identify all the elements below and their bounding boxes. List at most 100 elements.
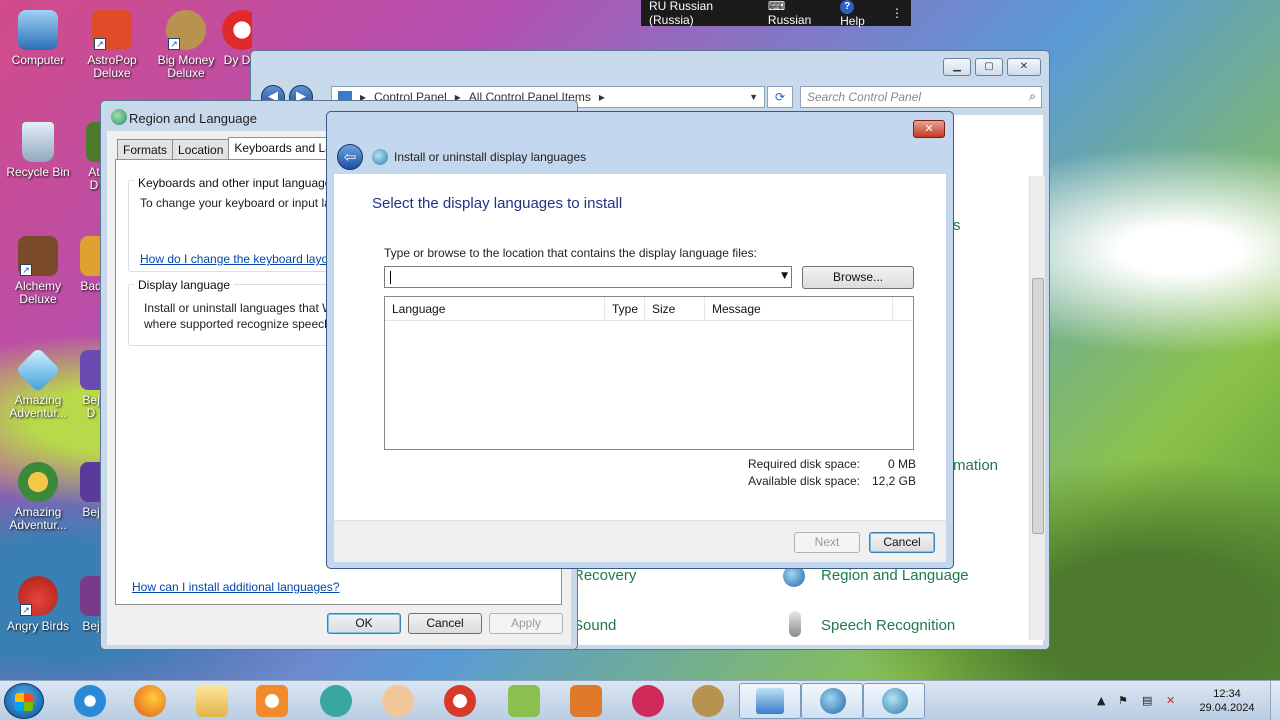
apply-button[interactable]: Apply [489,613,563,634]
desktop-icon-computer[interactable]: Computer [0,10,76,67]
desktop-icon-angry-birds[interactable]: ↗ Angry Birds [0,576,76,633]
search-icon[interactable]: ⌕ [1029,89,1036,104]
column-size[interactable]: Size [645,297,705,321]
show-desktop-button[interactable] [1270,681,1280,720]
desktop-icon-bad[interactable]: Bad [80,236,102,293]
minimize-button[interactable]: ▁ [943,58,971,76]
desktop-icon-label: Angry Birds [6,619,70,633]
game-icon [80,350,102,390]
desktop-icon-alchemy[interactable]: ↗ Alchemy Deluxe [0,236,76,306]
compass-icon [18,462,58,502]
taskbar-control-panel[interactable] [739,683,801,719]
vertical-scrollbar[interactable] [1029,176,1045,640]
zuma-icon[interactable] [320,685,352,717]
clock[interactable]: 12:34 29.04.2024 [1192,687,1262,715]
maximize-button[interactable]: ▢ [975,58,1003,76]
desktop-icon-bej-2[interactable]: Bej [80,462,102,519]
desktop-icon-bej-1[interactable]: Bej D [80,350,102,420]
scrollbar-thumb[interactable] [1032,278,1044,534]
desktop-icon-bej-3[interactable]: Bej [80,576,102,633]
input-locale[interactable]: RU Russian (Russia) [649,0,758,27]
desktop-icon-label: Amazing Adventur... [9,393,67,420]
close-button[interactable]: ✕ [913,120,945,138]
desktop-icon-label: Bej D [82,393,100,420]
game-icon [222,10,252,50]
clock-date: 29.04.2024 [1199,702,1255,714]
browse-button[interactable]: Browse... [802,266,914,289]
back-button[interactable]: ⇦ [337,144,363,170]
money-bag-icon: ↗ [166,10,206,50]
tab-keyboards-languages[interactable]: Keyboards and Languages [228,137,339,160]
taskbar-region-language[interactable] [801,683,863,719]
plants-icon[interactable] [508,685,540,717]
desktop-icon-label: At D [88,165,100,192]
required-space-label: Required disk space: [747,457,860,471]
game-icon [80,576,102,616]
network-icon[interactable]: ▤ [1142,694,1152,707]
desktop-icon-dy[interactable]: Dy D [222,10,252,67]
language-globe-icon [372,149,388,165]
language-globe-icon [882,688,908,714]
recycle-bin-icon [22,122,54,162]
tiki-icon[interactable] [570,685,602,717]
action-center-flag-icon[interactable]: ⚑ [1118,694,1128,707]
desktop-icon-recycle-bin[interactable]: Recycle Bin [0,122,76,179]
question-game-icon[interactable] [632,685,664,717]
path-combobox[interactable]: ▼ [384,266,792,288]
ok-button[interactable]: OK [327,613,401,634]
column-message[interactable]: Message [705,297,893,321]
chevron-down-icon[interactable]: ▼ [781,271,788,281]
cp-item-sound[interactable]: Sound [573,617,616,634]
desktop-icon-amazing-1[interactable]: Amazing Adventur... [0,347,76,420]
path-label: Type or browse to the location that cont… [384,246,757,260]
keyboard-layout[interactable]: ⌨ Russian [768,0,830,27]
language-bar[interactable]: RU Russian (Russia) ⌨ Russian ? Help ⋮ [641,0,911,28]
desktop-icon-astropop[interactable]: ↗ AstroPop Deluxe [74,10,150,80]
tab-location[interactable]: Location [172,139,230,160]
column-type[interactable]: Type [605,297,645,321]
show-hidden-icons-icon[interactable]: ▲ [1097,694,1105,707]
game-icon [80,236,102,276]
cp-item-region-language[interactable]: Region and Language [821,567,969,584]
desktop-icon-big-money[interactable]: ↗ Big Money Deluxe [148,10,224,80]
help-button[interactable]: ? Help [840,0,881,28]
next-button[interactable]: Next [794,532,860,553]
start-button[interactable] [4,683,44,719]
region-globe-icon [111,109,127,125]
close-button[interactable]: ✕ [1007,58,1041,76]
cancel-button[interactable]: Cancel [408,613,482,634]
desktop-icon-amazing-2[interactable]: Amazing Adventur... [0,462,76,532]
help-label: Help [840,14,865,28]
tab-strip: Formats Location Keyboards and Languages [117,137,339,160]
peggle-icon[interactable] [444,685,476,717]
tab-formats[interactable]: Formats [117,139,174,160]
firefox-icon[interactable] [134,685,166,717]
baby-icon[interactable] [382,685,414,717]
shortcut-arrow-icon: ↗ [20,264,32,276]
desktop-icon-label: AstroPop Deluxe [87,53,137,80]
volume-muted-icon[interactable]: ✕ [1166,694,1175,707]
help-icon: ? [840,0,855,14]
langbar-options-icon[interactable]: ⋮ [891,6,903,20]
language-list[interactable]: Language Type Size Message [384,296,914,450]
cp-item-recovery[interactable]: Recovery [573,567,636,584]
column-language[interactable]: Language [385,297,605,321]
install-languages-link[interactable]: How can I install additional languages? [132,580,392,594]
shortcut-arrow-icon: ↗ [20,604,32,616]
search-input[interactable]: Search Control Panel ⌕ [800,86,1042,108]
taskbar-install-languages[interactable] [863,683,925,719]
file-explorer-icon[interactable] [196,685,228,717]
media-player-icon[interactable] [256,685,288,717]
desktop-icon-label: Bad [80,279,102,293]
chevron-down-icon[interactable]: ▼ [749,92,764,102]
internet-explorer-icon[interactable] [74,685,106,717]
cp-item-speech-recognition[interactable]: Speech Recognition [821,617,955,634]
cp-item-partial[interactable]: s [953,217,961,234]
text-caret [390,271,391,284]
desktop-icon-label: Dy D [223,53,251,67]
windows-logo-icon [15,693,33,711]
cp-item-information[interactable]: mation [953,457,998,474]
cancel-button[interactable]: Cancel [869,532,935,553]
refresh-button[interactable]: ⟳ [767,86,793,108]
money-bag-icon[interactable] [692,685,724,717]
